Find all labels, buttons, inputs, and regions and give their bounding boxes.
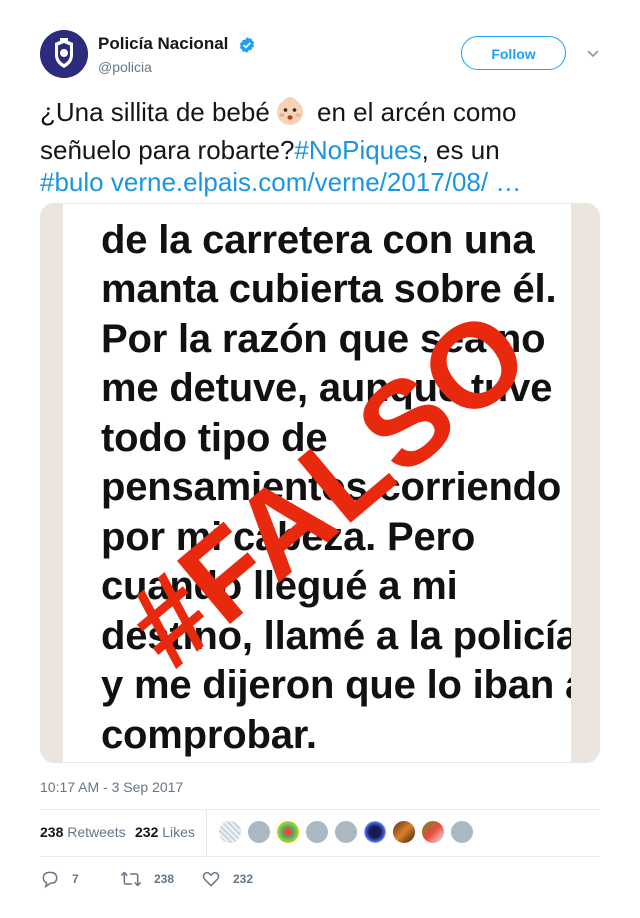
police-badge-icon — [40, 30, 88, 78]
retweet-count: 238 — [154, 872, 175, 886]
message-line: comprobar. — [101, 712, 317, 757]
like-button[interactable]: 232 — [201, 866, 253, 892]
follow-button[interactable]: Follow — [461, 36, 566, 70]
retweets-stat[interactable]: 238 Retweets — [40, 824, 126, 840]
liker-avatar[interactable] — [363, 820, 387, 844]
likes-count: 232 — [135, 824, 159, 840]
tweet-header: Policía Nacional @policia Follow — [40, 30, 600, 82]
message-line: manta cubierta sobre él. — [101, 267, 557, 311]
reply-count: 7 — [72, 872, 79, 886]
liker-avatar[interactable] — [334, 820, 358, 844]
message-line: de la carretera con una — [101, 217, 535, 262]
baby-emoji — [274, 95, 306, 134]
divider — [40, 856, 600, 857]
verified-badge-icon — [240, 36, 255, 53]
account-avatar[interactable] — [40, 30, 88, 78]
tweet-text: ¿Una sillita de bebé en el arcén como se… — [40, 95, 600, 198]
retweets-count: 238 — [40, 824, 64, 840]
account-handle[interactable]: @policia — [98, 59, 152, 75]
retweet-icon — [120, 871, 142, 887]
liker-avatar[interactable] — [276, 820, 300, 844]
baby-icon — [276, 97, 303, 125]
liker-avatar[interactable] — [421, 820, 445, 844]
tweet-text-part1: ¿Una sillita de bebé — [40, 97, 270, 127]
liker-avatar[interactable] — [218, 820, 242, 844]
link-ellipsis[interactable]: … — [495, 167, 521, 197]
chevron-down-icon[interactable] — [585, 45, 601, 61]
tweet-image[interactable]: de coche infantil a lado de la carretera… — [40, 203, 600, 763]
liker-avatar[interactable] — [305, 820, 329, 844]
reply-icon — [42, 871, 58, 889]
tweet-actions: 7 238 232 — [40, 866, 600, 892]
hashtag-bulo[interactable]: #bulo — [40, 167, 104, 197]
divider — [206, 810, 207, 856]
heart-icon — [202, 871, 220, 887]
liker-avatar[interactable] — [247, 820, 271, 844]
tweet-stats: 238 Retweets 232 Likes — [40, 810, 600, 856]
retweet-button[interactable]: 238 — [120, 866, 174, 892]
tweet-text-part3: , es un — [421, 135, 500, 165]
liker-avatar[interactable] — [392, 820, 416, 844]
article-link[interactable]: verne.elpais.com/verne/2017/08/ — [111, 167, 488, 197]
like-count: 232 — [233, 872, 254, 886]
hashtag-nopiques[interactable]: #NoPiques — [294, 135, 421, 165]
message-line: de coche infantil a lado — [101, 204, 571, 216]
account-name-row[interactable]: Policía Nacional — [98, 34, 256, 54]
likes-stat[interactable]: 232 Likes — [135, 824, 195, 840]
likes-label: Likes — [162, 824, 195, 840]
liker-avatar[interactable] — [450, 820, 474, 844]
account-name[interactable]: Policía Nacional — [98, 34, 228, 53]
tweet-timestamp[interactable]: 10:17 AM - 3 Sep 2017 — [40, 779, 183, 795]
reply-button[interactable]: 7 — [40, 866, 79, 892]
retweets-label: Retweets — [67, 824, 126, 840]
